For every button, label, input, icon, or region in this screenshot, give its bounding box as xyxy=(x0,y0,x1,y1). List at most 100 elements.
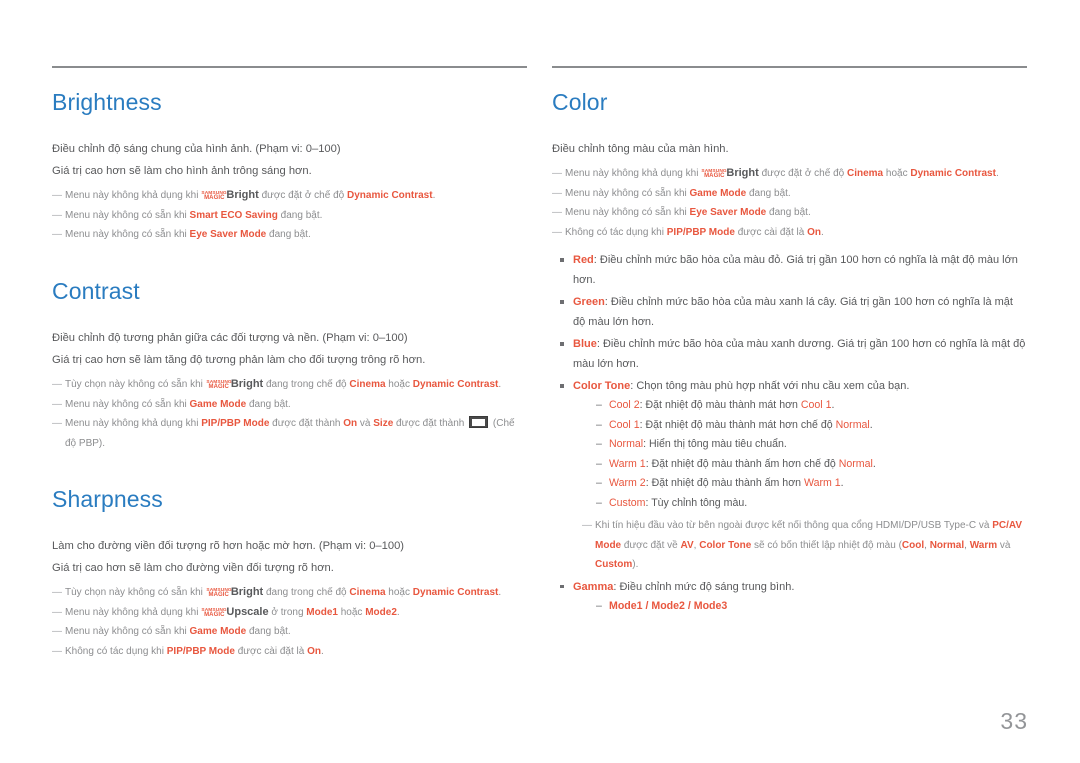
suboption-desc: : Đặt nhiệt độ màu thành ấm hơn chế độ xyxy=(645,457,839,470)
brightness-desc-2: Giá trị cao hơn sẽ làm cho hình ảnh trôn… xyxy=(52,165,312,178)
sub-item-warm-1: – Warm 1: Đặt nhiệt độ màu thành ấm hơn c… xyxy=(573,455,1027,475)
note-item: — Menu này không có sẵn khi Game Mode đan… xyxy=(52,622,527,642)
em-dash-marker: — xyxy=(552,226,562,238)
note-item: — Menu này không có sẵn khi Eye Saver Mod… xyxy=(52,225,527,245)
note-text: đang bật. xyxy=(246,398,291,410)
logo-samsung-text: SAMSUNG xyxy=(201,190,228,196)
bright-label: Bright xyxy=(230,586,264,599)
page-title-sharpness: Sharpness xyxy=(52,486,163,513)
en-dash-marker: – xyxy=(596,438,602,451)
note-text: Menu này không có sẵn khi xyxy=(65,398,190,410)
option-desc: : Điều chỉnh mức bão hòa của màu xanh lá… xyxy=(573,296,1013,329)
sharpness-notes: — Tùy chọn này không có sẵn khi SAMSUNG MA… xyxy=(52,583,527,661)
suboption-term: Normal xyxy=(609,438,644,451)
note-item: — Menu này không khả dụng khi SAMSUNG MAGI… xyxy=(52,186,527,206)
bullet-marker xyxy=(560,584,564,589)
em-dash-marker: — xyxy=(552,187,562,199)
column-rule-right xyxy=(552,66,1027,68)
option-desc: : Điều chỉnh mức bão hòa của màu xanh dư… xyxy=(573,338,1026,371)
em-dash-marker: — xyxy=(52,190,62,202)
note-text: hoặc xyxy=(385,379,413,391)
em-dash-marker: — xyxy=(52,645,62,657)
highlight-term: Cool xyxy=(901,539,925,551)
note-text: đang trong chế độ xyxy=(263,587,350,599)
option-desc: : Điều chỉnh mức bão hòa của màu đỏ. Giá… xyxy=(573,254,1018,287)
logo-magic-text: MAGIC xyxy=(204,195,225,202)
highlight-term: On xyxy=(343,418,358,430)
samsung-magic-logo: SAMSUNG MAGIC xyxy=(202,607,227,618)
note-text: Menu này không khả dụng khi xyxy=(65,190,202,202)
highlight-term: Dynamic Contrast xyxy=(910,168,996,180)
suboption-term: Custom xyxy=(609,496,646,509)
bullet-marker xyxy=(560,384,564,388)
suboption-post: . xyxy=(840,477,844,490)
highlight-term: On xyxy=(307,645,321,657)
gamma-suboptions: – Mode1 / Mode2 / Mode3 xyxy=(573,597,1027,617)
sharpness-desc-1: Làm cho đường viền đối tượng rõ hơn hoặc… xyxy=(52,540,405,553)
note-item: — Menu này không có sẵn khi Eye Saver Mod… xyxy=(552,203,1027,223)
note-text: . xyxy=(995,168,999,180)
highlight-term: Game Mode xyxy=(189,398,247,410)
note-text: được đặt thành xyxy=(393,418,468,430)
contrast-desc-2: Giá trị cao hơn sẽ làm tăng độ tương phả… xyxy=(52,354,426,367)
highlight-term: Cinema xyxy=(349,379,386,391)
suboption-term: Warm 1 xyxy=(609,457,646,470)
suboption-ref: Cool 1 xyxy=(800,399,832,412)
right-column: Color Điều chỉnh tông màu của màn hình. … xyxy=(552,66,1027,661)
sub-item-normal: – Normal: Hiển thị tông màu tiêu chuẩn. xyxy=(573,435,1027,455)
bullet-marker xyxy=(560,300,564,304)
two-column-layout: Brightness Điều chỉnh độ sáng chung của … xyxy=(52,66,1028,661)
note-item: — Không có tác dụng khi PIP/PBP Mode được… xyxy=(52,642,527,662)
bright-label: Bright xyxy=(726,167,759,180)
highlight-term: PIP/PBP Mode xyxy=(166,645,235,657)
color-option-list: Red: Điều chỉnh mức bão hòa của màu đỏ. … xyxy=(552,250,1027,616)
upscale-label: Upscale xyxy=(226,605,269,618)
note-text: Menu này không có sẵn khi xyxy=(565,207,690,219)
sub-item-custom: – Custom: Tùy chỉnh tông màu. xyxy=(573,494,1027,514)
highlight-term: Eye Saver Mode xyxy=(189,229,267,241)
note-item: — Menu này không khả dụng khi PIP/PBP Mod… xyxy=(52,414,527,453)
sub-item-cool-1: – Cool 1: Đặt nhiệt độ màu thành mát hơn … xyxy=(573,416,1027,436)
highlight-term: On xyxy=(807,226,821,238)
suboption-desc: : Hiển thị tông màu tiêu chuẩn. xyxy=(643,438,787,451)
note-text: . xyxy=(321,645,324,657)
color-tone-suboptions: – Cool 2: Đặt nhiệt độ màu thành mát hơn … xyxy=(573,396,1027,513)
em-dash-marker: — xyxy=(52,379,62,391)
note-text: . xyxy=(498,587,502,599)
logo-magic-text: MAGIC xyxy=(208,592,229,599)
note-text: hoặc xyxy=(337,606,366,618)
section-color: Color Điều chỉnh tông màu của màn hình. … xyxy=(552,89,1027,616)
logo-magic-text: MAGIC xyxy=(704,173,725,180)
section-contrast: Contrast Điều chỉnh độ tương phản giữa c… xyxy=(52,278,527,453)
note-text: Menu này không khả dụng khi xyxy=(565,168,702,180)
note-text: được đặt ở chế độ xyxy=(258,190,347,202)
em-dash-marker: — xyxy=(52,418,62,430)
suboption-ref: Normal xyxy=(835,418,870,431)
option-term: Blue xyxy=(573,338,597,351)
highlight-term: Cinema xyxy=(349,587,386,599)
page-title-color: Color xyxy=(552,89,608,115)
contrast-desc-1: Điều chỉnh độ tương phản giữa các đối tư… xyxy=(52,332,408,345)
option-term: Red xyxy=(573,254,594,267)
highlight-term: Cinema xyxy=(847,168,884,180)
highlight-term: Eye Saver Mode xyxy=(689,207,767,219)
samsung-magic-logo: SAMSUNG MAGIC xyxy=(201,190,228,202)
en-dash-marker: – xyxy=(596,457,602,470)
brightness-desc-1: Điều chỉnh độ sáng chung của hình ảnh. (… xyxy=(52,143,341,156)
pbp-split-screen-icon xyxy=(469,416,489,429)
em-dash-marker: — xyxy=(52,209,62,221)
suboption-desc: : Đặt nhiệt độ màu thành mát hơn xyxy=(639,399,801,412)
list-item-blue: Blue: Điều chỉnh mức bão hòa của màu xan… xyxy=(552,334,1027,374)
bullet-marker xyxy=(560,258,564,262)
logo-samsung-text: SAMSUNG xyxy=(206,379,232,385)
highlight-term: Dynamic Contrast xyxy=(347,190,433,202)
contrast-notes: — Tùy chọn này không có sẵn khi SAMSUNG MA… xyxy=(52,375,527,453)
option-term: Color Tone xyxy=(573,380,631,393)
en-dash-marker: – xyxy=(596,496,602,509)
bright-label: Bright xyxy=(226,189,259,202)
color-desc-1: Điều chỉnh tông màu của màn hình. xyxy=(552,143,729,156)
suboption-post: . xyxy=(831,399,835,412)
color-notes: — Menu này không khả dụng khi SAMSUNG MAGI… xyxy=(552,164,1027,242)
samsung-magic-logo: SAMSUNG MAGIC xyxy=(702,168,727,180)
note-text: Menu này không có sẵn khi xyxy=(65,229,190,241)
